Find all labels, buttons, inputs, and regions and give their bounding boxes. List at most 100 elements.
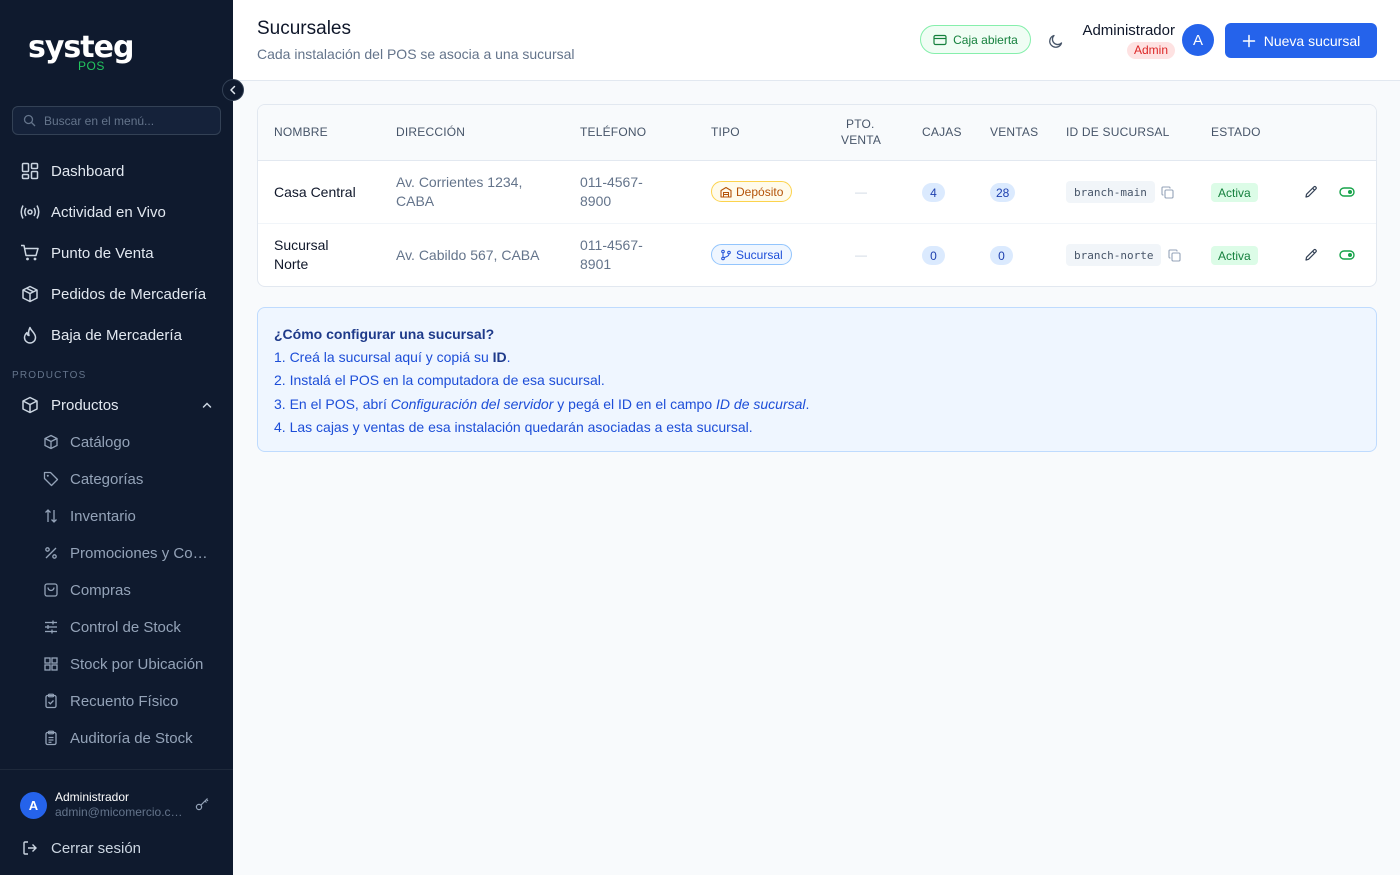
instruction-step-3: 3. En el POS, abrí Configuración del ser… [274, 396, 809, 412]
column-header-registers: CAJAS [922, 125, 962, 139]
live-activity-icon [20, 202, 40, 222]
nav-subitem-label: Compras [70, 581, 131, 599]
user-email: admin@micomercio.com [55, 805, 183, 819]
column-header-name: NOMBRE [274, 125, 328, 139]
edit-icon[interactable] [1302, 183, 1320, 201]
nav-item-live-activity[interactable]: Actividad en Vivo [12, 194, 221, 230]
user-info: Administrador admin@micomercio.com [55, 790, 183, 820]
nav-item-point-of-sale[interactable]: Punto de Venta [12, 235, 221, 271]
credit-card-icon [933, 34, 947, 45]
sliders-icon [42, 618, 60, 636]
nav-subitem-inventory[interactable]: Inventario [32, 500, 221, 532]
edit-icon[interactable] [1302, 246, 1320, 264]
grid-icon [42, 655, 60, 673]
nav-item-label: Dashboard [51, 162, 125, 180]
clipboard-check-icon [42, 692, 60, 710]
toggle-active-icon[interactable] [1338, 183, 1356, 201]
search-icon [23, 114, 36, 127]
menu-search [12, 106, 221, 135]
collapse-sidebar-button[interactable] [222, 79, 244, 101]
nav-subitem-label: Categorías [70, 470, 144, 488]
nav-subitem-categories[interactable]: Categorías [32, 463, 221, 495]
admin-name: Administrador [1082, 22, 1175, 39]
nav-item-merch-orders[interactable]: Pedidos de Mercadería [12, 276, 221, 312]
nav-subitem-label: Auditoría de Stock [70, 729, 193, 747]
current-user: Administrador Admin [1075, 22, 1175, 59]
nav-item-label: Actividad en Vivo [51, 203, 166, 221]
new-branch-button[interactable]: Nueva sucursal [1225, 23, 1377, 58]
table-row: Casa Central Av. Corrientes 1234, CABA 0… [258, 161, 1376, 224]
step-text: y pegá el ID en el campo [553, 396, 717, 412]
nav-subitem-label: Catálogo [70, 433, 131, 451]
column-header-branch-id: ID DE SUCURSAL [1066, 125, 1170, 139]
branch-name: Casa Central [274, 184, 356, 200]
registers-count: 0 [922, 246, 945, 265]
nav-group-products[interactable]: Productos [12, 387, 221, 423]
tag-icon [42, 470, 60, 488]
instruction-step-4: 4. Las cajas y ventas de esa instalación… [274, 419, 753, 435]
clipboard-list-icon [42, 729, 60, 747]
page-title: Sucursales [257, 18, 351, 39]
section-label-products: PRODUCTOS [12, 370, 87, 381]
logout-button[interactable]: Cerrar sesión [12, 834, 221, 862]
copy-icon[interactable] [1159, 184, 1175, 200]
branch-address-line2: CABA [396, 193, 435, 209]
nav-subitem-stock-control[interactable]: Control de Stock [32, 611, 221, 643]
branch-phone-line1: 011-4567- [580, 174, 643, 190]
dashboard-icon [20, 161, 40, 181]
percent-icon [42, 544, 60, 562]
avatar: A [20, 791, 47, 819]
instruction-step-2: 2. Instalá el POS en la computadora de e… [274, 372, 605, 388]
nav-subitem-promotions[interactable]: Promociones y Combos [32, 537, 221, 569]
nav-item-label: Baja de Mercadería [51, 326, 182, 344]
logout-icon [20, 838, 40, 858]
nav-subitem-label: Inventario [70, 507, 136, 525]
column-header-address: DIRECCIÓN [396, 125, 466, 139]
branch-id-code: branch-main [1066, 181, 1155, 203]
sales-count: 0 [990, 246, 1013, 265]
branch-name-line2: Norte [274, 256, 309, 272]
nav-item-merch-writeoff[interactable]: Baja de Mercadería [12, 317, 221, 353]
branch-id-code: branch-norte [1066, 244, 1162, 266]
copy-icon[interactable] [1166, 247, 1182, 263]
app-logo[interactable]: systeg POS [28, 30, 134, 74]
column-header-sales: VENTAS [990, 125, 1039, 139]
logout-label: Cerrar sesión [51, 839, 142, 857]
package-icon [20, 284, 40, 304]
cash-register-status-label: Caja abierta [953, 32, 1018, 47]
type-label: Sucursal [736, 247, 783, 262]
key-icon[interactable] [195, 797, 209, 816]
step-text: 3. En el POS, abrí [274, 396, 391, 412]
nav-subitem-physical-count[interactable]: Recuento Físico [32, 685, 221, 717]
git-branch-icon [721, 249, 731, 260]
nav-subitem-label: Control de Stock [70, 618, 181, 636]
flame-icon [20, 325, 40, 345]
nav-subitem-catalog[interactable]: Catálogo [32, 426, 221, 458]
column-header-phone: TELÉFONO [580, 125, 647, 139]
logo-subtext: POS [78, 59, 105, 73]
nav-subitem-stock-by-location[interactable]: Stock por Ubicación [32, 648, 221, 680]
column-header-pos-line2: VENTA [841, 133, 882, 147]
page-subtitle: Cada instalación del POS se asocia a una… [257, 46, 575, 62]
avatar[interactable]: A [1182, 24, 1214, 56]
branch-phone-line1: 011-4567- [580, 237, 643, 253]
chevron-up-icon [202, 402, 212, 408]
user-profile[interactable]: A Administrador admin@micomercio.com [20, 790, 220, 820]
sidebar: systeg POS Dashboard Actividad en Vivo P… [0, 0, 244, 875]
box-icon [20, 395, 40, 415]
theme-toggle-button[interactable] [1045, 30, 1067, 52]
branches-table: NOMBRE DIRECCIÓN TELÉFONO TIPO PTO. VENT… [257, 104, 1377, 287]
chevron-left-icon [230, 85, 236, 95]
nav-subitem-stock-audit[interactable]: Auditoría de Stock [32, 722, 221, 754]
toggle-active-icon[interactable] [1338, 246, 1356, 264]
menu-search-input[interactable] [44, 113, 214, 128]
nav-subitem-purchases[interactable]: Compras [32, 574, 221, 606]
moon-icon [1049, 34, 1063, 48]
type-badge-branch: Sucursal [711, 244, 792, 265]
nav-item-dashboard[interactable]: Dashboard [12, 153, 221, 189]
sort-arrows-icon [42, 507, 60, 525]
pos-number: — [855, 185, 867, 199]
cash-register-status-badge[interactable]: Caja abierta [920, 25, 1031, 54]
user-name: Administrador [55, 790, 130, 804]
nav-item-label: Pedidos de Mercadería [51, 285, 207, 303]
